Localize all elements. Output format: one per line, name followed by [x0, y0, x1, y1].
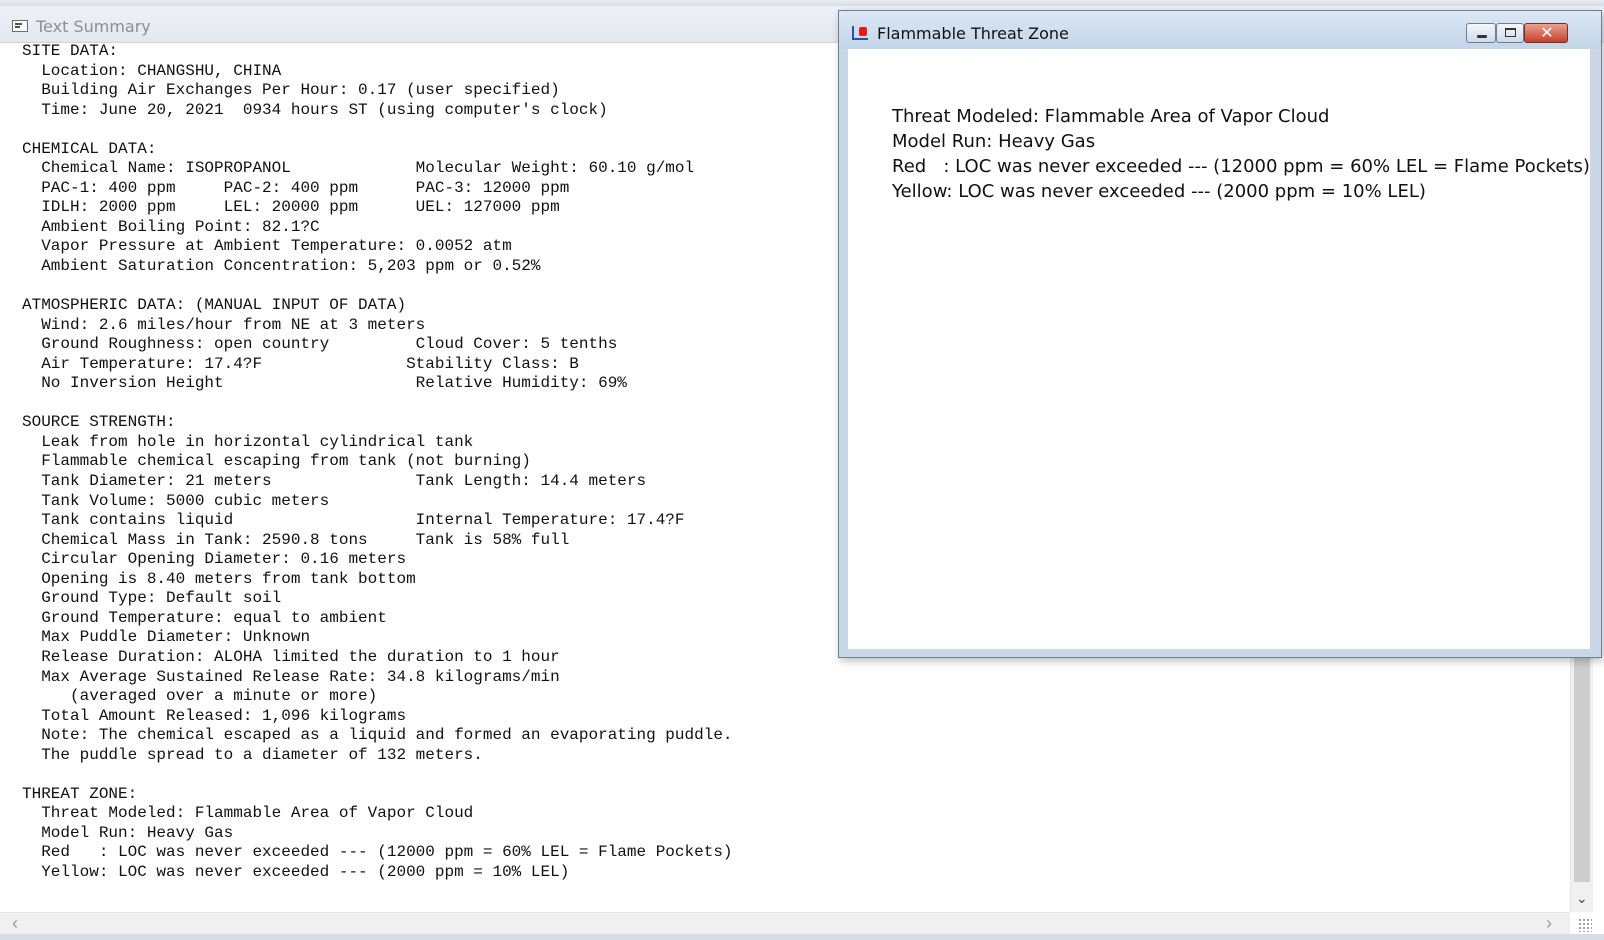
threat-line: Threat Modeled: Flammable Area of Vapor … [892, 106, 1330, 127]
summary-line: THREAT ZONE: [22, 784, 138, 803]
threat-window-titlebar[interactable]: Flammable Threat Zone ✕ [839, 11, 1601, 49]
horizontal-scrollbar[interactable]: ‹ › [0, 912, 1570, 935]
threat-window-title: Flammable Threat Zone [877, 24, 1069, 43]
summary-line: Total Amount Released: 1,096 kilograms [22, 706, 407, 725]
maximize-icon [1505, 28, 1516, 37]
summary-line: Threat Modeled: Flammable Area of Vapor … [22, 804, 474, 823]
summary-line: Max Average Sustained Release Rate: 34.8… [22, 667, 560, 686]
close-icon: ✕ [1540, 23, 1554, 42]
summary-line: The puddle spread to a diameter of 132 m… [22, 745, 483, 764]
threat-line: Red : LOC was never exceeded --- (12000 … [892, 156, 1590, 177]
scroll-left-arrow-icon[interactable]: ‹ [12, 913, 18, 934]
bottom-window-edge [0, 934, 1604, 940]
scroll-right-arrow-icon[interactable]: › [1546, 913, 1552, 934]
minimize-button[interactable] [1466, 23, 1496, 43]
scroll-down-arrow-icon[interactable]: ⌄ [1576, 890, 1588, 907]
summary-line: Red : LOC was never exceeded --- (12000 … [22, 843, 733, 862]
resize-grip-icon[interactable] [1578, 918, 1592, 932]
summary-line: Yellow: LOC was never exceeded --- (2000… [22, 862, 570, 881]
text-summary-title: Text Summary [36, 17, 151, 36]
summary-line: Model Run: Heavy Gas [22, 823, 234, 842]
flammable-threat-zone-window: Flammable Threat Zone ✕ Threat Modeled: … [838, 10, 1602, 658]
threat-line: Model Run: Heavy Gas [892, 131, 1096, 152]
summary-line: Note: The chemical escaped as a liquid a… [22, 726, 733, 745]
threat-text-block: Threat Modeled: Flammable Area of Vapor … [892, 104, 1590, 204]
close-button[interactable]: ✕ [1524, 23, 1568, 43]
summary-line: (averaged over a minute or more) [22, 687, 378, 706]
document-icon [12, 20, 28, 32]
threat-line: Yellow: LOC was never exceeded --- (2000… [892, 181, 1426, 202]
flame-chart-icon [852, 26, 868, 40]
threat-window-content: Threat Modeled: Flammable Area of Vapor … [848, 49, 1590, 649]
maximize-button[interactable] [1496, 23, 1524, 43]
vertical-scroll-thumb[interactable] [1574, 642, 1590, 882]
summary-line [22, 765, 1567, 785]
minimize-icon [1477, 35, 1487, 38]
